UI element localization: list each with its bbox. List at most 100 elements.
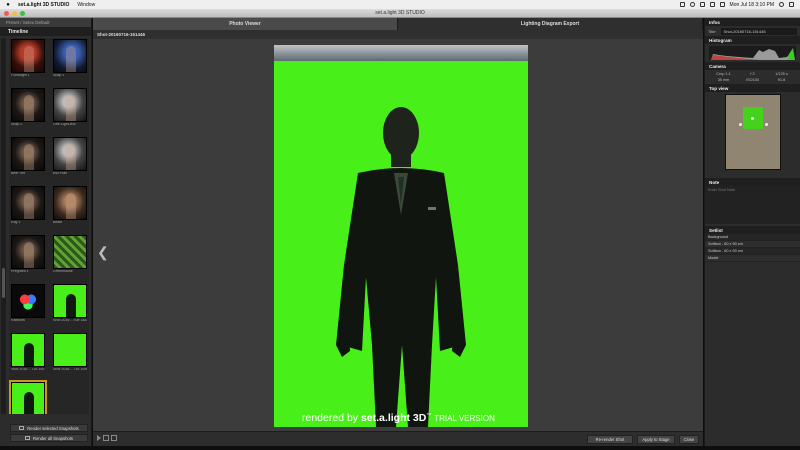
thumbnail-figure — [66, 293, 76, 317]
thumbnail-image[interactable] — [53, 234, 87, 269]
setlist-item[interactable]: Softbox - 60 x 90 cm — [705, 248, 800, 255]
thumbnail-image[interactable] — [11, 87, 45, 122]
timeline-header: Timeline — [0, 27, 91, 36]
thumbnail-figure — [66, 94, 76, 121]
menu-window[interactable]: Window — [77, 2, 95, 8]
thumbnail-image[interactable] — [11, 136, 45, 171]
timeline-thumbnail[interactable]: Shot 2016 ...Tue 1483B — [53, 283, 87, 323]
single-view-icon[interactable] — [103, 435, 109, 441]
search-icon[interactable] — [779, 2, 784, 7]
rendered-photo: rendered by set.a.light 3D™ TRIAL VERSIO… — [274, 45, 528, 427]
play-icon[interactable] — [97, 435, 101, 441]
timeline-thumbnail[interactable]: BW-Plan — [53, 136, 87, 176]
status-icon[interactable] — [679, 2, 685, 7]
thumbnail-image[interactable] — [53, 332, 87, 367]
timeline-scrollbar[interactable] — [1, 38, 6, 414]
thumbnail-image[interactable] — [53, 87, 87, 122]
thumbnail-figure — [24, 46, 34, 72]
thumbnail-label: Pregnant 1 — [11, 269, 29, 273]
tab-photo-viewer[interactable]: Photo Viewer — [93, 18, 398, 30]
thumbnail-figure — [24, 342, 34, 366]
model-silhouette — [336, 107, 466, 427]
scrollbar-thumb[interactable] — [2, 268, 5, 298]
thumbnail-label: Edg 1 — [11, 220, 21, 224]
setlist: Background Softbox - 60 x 90 cm Softbox … — [705, 234, 800, 262]
note-textarea[interactable]: Enter Shot Note — [705, 186, 800, 224]
setlist-item[interactable]: Background — [705, 234, 800, 241]
thumbnail-image[interactable] — [9, 379, 47, 414]
thumbnail-image[interactable] — [11, 234, 45, 269]
camera-fstop: f/1.8 — [777, 78, 786, 82]
thumbnail-label: Shot 2016 ...Tue 1483B — [53, 318, 87, 322]
timeline-thumbnail[interactable]: Edg 1 — [11, 185, 45, 225]
menubar-clock[interactable]: Mon Jul 18 3:10 PM — [730, 2, 774, 8]
grid-view-icon[interactable] — [111, 435, 117, 441]
thumbnail-label: One-Light-BW — [53, 122, 76, 126]
render-all-label: Render all Snapshots — [32, 435, 74, 441]
minimize-window-button[interactable] — [12, 11, 17, 16]
watermark-trial: TRIAL VERSION — [434, 414, 495, 423]
close-button[interactable]: Close — [679, 435, 699, 444]
timeline-thumbnail[interactable]: Shot 2016 ...716 100733 — [11, 332, 45, 372]
previous-arrow-icon[interactable]: ❮ — [97, 244, 109, 261]
window-title: set.a.light 3D STUDIO — [375, 10, 425, 16]
maximize-window-button[interactable] — [20, 11, 25, 16]
timeline-thumbnail[interactable]: Shot 2016 ...716 151446 — [9, 379, 47, 414]
thumbnail-label: Beer Set — [11, 171, 25, 175]
timeline-thumbnail[interactable]: Beast — [53, 185, 87, 225]
thumbnail-image[interactable] — [53, 136, 87, 171]
title-value[interactable]: Shot-20160716-151446 — [720, 27, 797, 35]
camera-shutter: 1/125 s — [775, 72, 788, 76]
render-all-button[interactable]: Render all Snapshots — [10, 434, 88, 442]
timeline-thumbnail[interactable]: One-Light-BW — [53, 87, 87, 127]
timeline-thumbnail[interactable]: Snap 1 — [53, 39, 87, 78]
timeline-thumbnail[interactable]: Shot 2016 ...716 105030 — [53, 332, 87, 372]
viewer-toolbar: Re-render Shot Apply to Stage Close — [93, 431, 703, 446]
setlist-item[interactable]: Model — [705, 255, 800, 262]
title-row: Title: Shot-20160716-151446 — [705, 26, 800, 36]
clock-status-icon[interactable] — [689, 2, 695, 7]
thumbnail-label: Beast — [53, 220, 63, 224]
right-sidebar: Infos Title: Shot-20160716-151446 Histog… — [704, 18, 800, 446]
thumbnail-figure — [24, 192, 34, 219]
thumbnail-label: Shot 2016 ...716 100733 — [11, 367, 45, 371]
camera-focal-length: 35 mm — [717, 78, 730, 82]
timeline-thumbnail[interactable]: Greenhouse — [53, 234, 87, 274]
thumbnail-image[interactable] — [53, 185, 87, 220]
thumbnail-figure — [24, 241, 34, 268]
watermark-brand: set.a.light 3D — [360, 412, 427, 424]
render-icon — [19, 426, 25, 430]
close-window-button[interactable] — [4, 11, 9, 16]
timeline-thumbnail[interactable]: Snap 2 — [11, 87, 45, 127]
left-sidebar: Preset / Selex Default Timeline Floodlig… — [0, 18, 92, 446]
thumbnail-image[interactable] — [11, 332, 45, 367]
tab-lighting-diagram-export[interactable]: Lighting Diagram Export — [398, 18, 703, 30]
volume-icon[interactable] — [709, 2, 715, 7]
menu-app-name[interactable]: set.a.light 3D STUDIO — [18, 2, 69, 8]
wifi-icon[interactable] — [699, 2, 705, 7]
camera-header: Camera — [705, 62, 800, 70]
histogram — [709, 46, 796, 60]
thumbnail-image[interactable] — [11, 185, 45, 220]
battery-icon[interactable] — [719, 2, 725, 7]
main-panel: Photo Viewer Lighting Diagram Export Sho… — [93, 18, 703, 446]
apply-to-stage-button[interactable]: Apply to Stage — [637, 435, 675, 444]
window-controls — [4, 11, 25, 16]
apple-menu-icon[interactable]: ● — [4, 2, 12, 8]
rerender-shot-button[interactable]: Re-render Shot — [587, 435, 633, 444]
timeline-thumbnail[interactable]: Floodlight 1 — [11, 39, 45, 78]
top-view-light-right — [765, 123, 768, 126]
thumbnail-image[interactable] — [53, 283, 87, 318]
top-view-diagram[interactable] — [725, 94, 781, 170]
timeline-thumbnail[interactable]: Beer Set — [11, 136, 45, 176]
timeline-thumbnail[interactable]: Rainbow — [11, 283, 45, 323]
project-title: Preset / Selex Default — [0, 18, 91, 27]
timeline-thumbnail[interactable]: Pregnant 1 — [11, 234, 45, 274]
menu-bar: ● set.a.light 3D STUDIO Window Mon Jul 1… — [0, 0, 800, 9]
thumbnail-image[interactable] — [11, 39, 45, 73]
setlist-item[interactable]: Softbox - 60 x 90 cm — [705, 241, 800, 248]
thumbnail-image[interactable] — [11, 283, 45, 318]
thumbnail-image[interactable] — [53, 39, 87, 73]
render-selected-button[interactable]: Render selected Snapshots — [10, 424, 88, 432]
notification-center-icon[interactable] — [789, 2, 794, 7]
